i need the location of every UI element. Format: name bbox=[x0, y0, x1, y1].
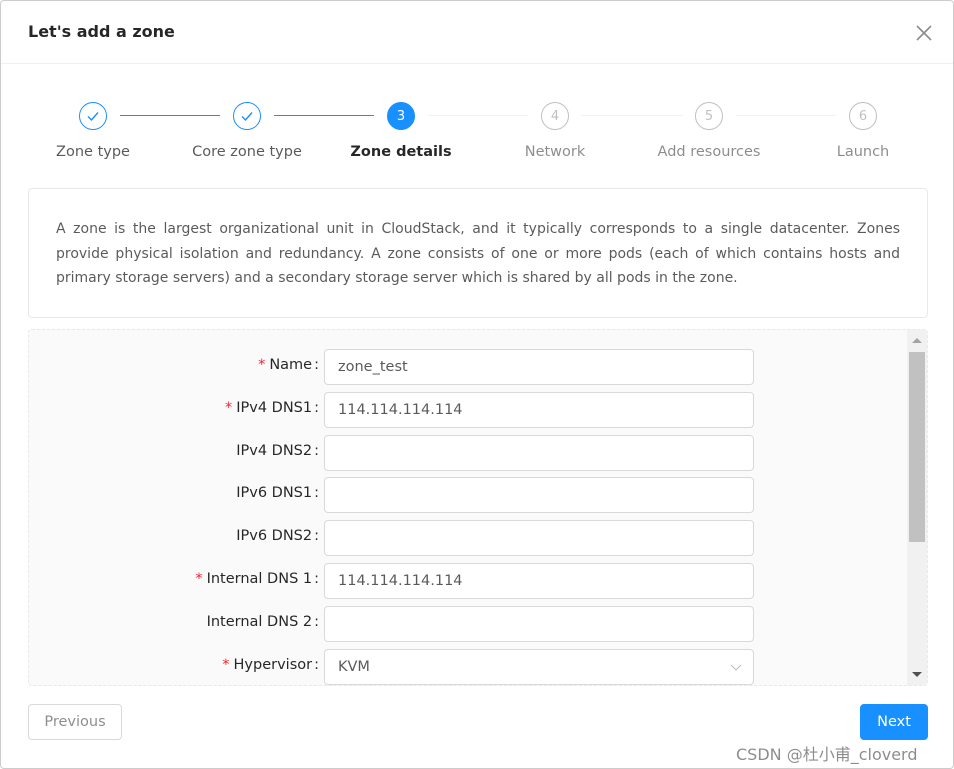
step-3-indicator: 3 bbox=[387, 102, 415, 130]
step-number: 5 bbox=[704, 108, 714, 124]
field-label: IPv4 DNS2: bbox=[236, 443, 319, 459]
label-suffix: : bbox=[314, 399, 319, 416]
name-input[interactable]: zone_test bbox=[324, 349, 754, 385]
next-button[interactable]: Next bbox=[860, 704, 928, 740]
label-suffix: : bbox=[314, 656, 319, 673]
close-icon[interactable] bbox=[914, 23, 934, 43]
dialog-header: Let's add a zone bbox=[1, 1, 953, 64]
step-5-indicator: 5 bbox=[695, 102, 723, 130]
ipv4-dns2-input[interactable] bbox=[324, 434, 754, 471]
hypervisor-select[interactable]: KVM bbox=[324, 648, 754, 685]
form-row: * IPv4 DNS1: 114.114.114.114 bbox=[29, 391, 909, 428]
required-mark: * bbox=[222, 656, 230, 673]
zone-details-form: * Name: zone_test * IPv4 DNS1:114.114.114.11… bbox=[28, 329, 928, 686]
form-row: IPv6 DNS2: bbox=[29, 520, 909, 557]
required-mark: * bbox=[224, 399, 233, 416]
step-label: Zone type bbox=[56, 144, 130, 160]
step-connector bbox=[120, 115, 220, 116]
form-row: Internal DNS 2: bbox=[29, 605, 909, 642]
field-label: Internal DNS 2: bbox=[207, 614, 319, 630]
step-number: 4 bbox=[550, 108, 560, 124]
step-label: Add resources bbox=[657, 144, 761, 160]
check-icon bbox=[87, 112, 99, 122]
label-suffix: : bbox=[314, 442, 319, 459]
label-suffix: : bbox=[314, 571, 319, 587]
step-connector bbox=[428, 115, 528, 116]
scrollbar-thumb[interactable] bbox=[909, 352, 925, 542]
field-label: IPv6 DNS1: bbox=[236, 485, 319, 501]
step-label: Network bbox=[524, 144, 586, 160]
step-number: 3 bbox=[396, 108, 406, 124]
label-text: IPv6 DNS1 bbox=[236, 485, 313, 502]
step-4-indicator: 4 bbox=[541, 102, 569, 130]
previous-button[interactable]: Previous bbox=[28, 704, 122, 740]
internal-dns-2-input[interactable] bbox=[324, 605, 754, 642]
dialog-title: Let's add a zone bbox=[28, 22, 175, 41]
step-connector bbox=[582, 115, 682, 116]
label-text: Internal DNS 1 bbox=[206, 571, 313, 587]
watermark: CSDN @杜小甫_cloverd bbox=[736, 745, 918, 764]
input-value: zone_test bbox=[338, 359, 408, 375]
step-6-indicator: 6 bbox=[849, 102, 877, 130]
scroll-up-arrow-icon[interactable] bbox=[912, 338, 922, 343]
required-mark: * bbox=[195, 571, 203, 587]
label-text: IPv4 DNS2 bbox=[236, 442, 313, 459]
step-label: Launch bbox=[836, 144, 890, 160]
zone-description: A zone is the largest organizational uni… bbox=[28, 188, 928, 318]
scroll-down-arrow-icon[interactable] bbox=[912, 672, 922, 677]
step-label: Zone details bbox=[350, 144, 452, 160]
required-mark: * bbox=[258, 357, 266, 373]
field-label: * IPv4 DNS1: bbox=[225, 400, 319, 416]
input-value: 114.114.114.114 bbox=[338, 401, 463, 418]
form-row: IPv4 DNS2: bbox=[29, 434, 909, 471]
form-row: * Hypervisor: KVM bbox=[29, 648, 909, 685]
form-row: * Name: zone_test bbox=[29, 349, 909, 385]
label-suffix: : bbox=[314, 613, 319, 630]
field-label: * Hypervisor: bbox=[222, 657, 319, 673]
check-icon bbox=[241, 112, 253, 122]
step-2-indicator bbox=[233, 102, 261, 130]
field-label: * Internal DNS 1: bbox=[195, 571, 319, 587]
label-text: IPv6 DNS2 bbox=[236, 528, 313, 545]
form-row: * Internal DNS 1: 114.114.114.114 bbox=[29, 563, 909, 599]
label-text: IPv4 DNS1 bbox=[236, 399, 313, 416]
selected-value: KVM bbox=[338, 658, 370, 675]
ipv6-dns1-input[interactable] bbox=[324, 477, 754, 514]
form-row: IPv6 DNS1: bbox=[29, 477, 909, 514]
step-connector bbox=[274, 115, 374, 116]
label-text: Internal DNS 2 bbox=[206, 613, 313, 630]
label-suffix: : bbox=[314, 485, 319, 502]
steps-bar: Zone type Core zone type 3 Zone details 4 Net… bbox=[1, 101, 954, 171]
ipv6-dns2-input[interactable] bbox=[324, 520, 754, 557]
field-label: IPv6 DNS2: bbox=[236, 528, 319, 544]
ipv4-dns1-input[interactable]: 114.114.114.114 bbox=[324, 391, 754, 428]
scrollbar[interactable] bbox=[907, 330, 927, 685]
step-number: 6 bbox=[858, 108, 868, 124]
step-1-indicator bbox=[79, 102, 107, 130]
step-connector bbox=[736, 115, 836, 116]
add-zone-dialog: Let's add a zone Zone type Core zone type… bbox=[0, 0, 954, 769]
input-value: 114.114.114.114 bbox=[338, 573, 463, 589]
internal-dns-1-input[interactable]: 114.114.114.114 bbox=[324, 563, 754, 599]
label-suffix: : bbox=[314, 528, 319, 545]
label-text: Hypervisor bbox=[233, 656, 313, 673]
label-text: Name bbox=[269, 357, 313, 373]
label-suffix: : bbox=[314, 357, 319, 373]
step-label: Core zone type bbox=[192, 144, 302, 160]
chevron-down-icon bbox=[731, 664, 741, 671]
field-label: * Name: bbox=[258, 357, 319, 373]
